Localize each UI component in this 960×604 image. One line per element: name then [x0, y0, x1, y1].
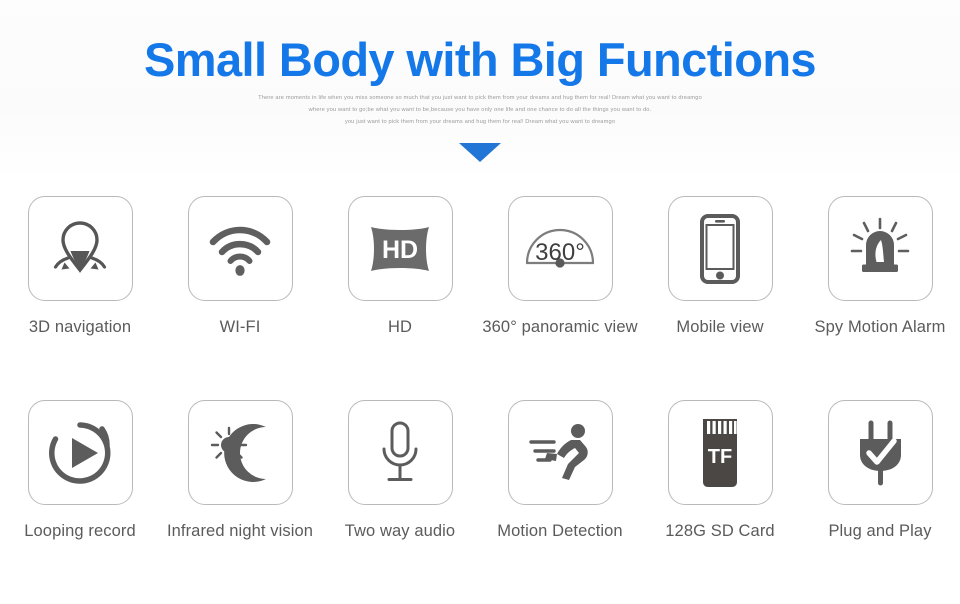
feature-label: Spy Motion Alarm: [814, 318, 946, 336]
feature-item-looping-record[interactable]: Looping record: [0, 400, 160, 604]
feature-icon-tile: [347, 400, 453, 505]
feature-item-mobile-view[interactable]: Mobile view: [640, 196, 800, 400]
feature-label: Two way audio: [344, 522, 456, 540]
panorama-badge-text: 360°: [535, 239, 585, 266]
feature-icon-tile: [667, 196, 773, 301]
tf-memory-card-icon: TF: [703, 418, 737, 487]
smartphone-icon: [700, 213, 740, 284]
feature-icon-tile: [827, 400, 933, 505]
feature-label: Motion Detection: [497, 522, 623, 540]
sd-card-badge-text: TF: [708, 446, 732, 468]
page-title: Small Body with Big Functions: [144, 33, 817, 86]
feature-grid: 3D navigation WI-FI HD HD 360° 360° pano…: [0, 196, 960, 604]
microphone-icon: [382, 421, 418, 481]
feature-icon-tile: [507, 400, 613, 505]
feature-item-spy-motion-alarm[interactable]: Spy Motion Alarm: [800, 196, 960, 400]
hd-badge-icon: HD: [371, 226, 429, 271]
header-banner: Small Body with Big Functions There are …: [0, 0, 960, 180]
feature-item-wifi[interactable]: WI-FI: [160, 196, 320, 400]
power-plug-check-icon: [860, 420, 901, 485]
description-line: where you want to go;be what you want to…: [308, 107, 652, 113]
feature-item-two-way-audio[interactable]: Two way audio: [320, 400, 480, 604]
feature-item-3d-navigation[interactable]: 3D navigation: [0, 196, 160, 400]
loop-play-icon: [49, 421, 111, 484]
feature-icon-tile: HD: [347, 196, 453, 301]
chevron-down-triangle-icon: [459, 143, 501, 162]
feature-icon-tile: [27, 196, 133, 301]
siren-alarm-icon: [850, 217, 910, 272]
wifi-icon: [209, 226, 271, 276]
feature-item-360-panoramic[interactable]: 360° 360° panoramic view: [480, 196, 640, 400]
feature-item-hd[interactable]: HD HD: [320, 196, 480, 400]
feature-label: Plug and Play: [828, 522, 932, 540]
feature-icon-tile: [187, 400, 293, 505]
feature-label: HD: [387, 318, 413, 336]
feature-icon-tile: 360°: [507, 196, 613, 301]
feature-item-sd-card[interactable]: TF 128G SD Card: [640, 400, 800, 604]
description-line: There are moments in life when you miss …: [258, 95, 702, 101]
feature-label: Looping record: [24, 522, 136, 540]
feature-icon-tile: [827, 196, 933, 301]
feature-label: Mobile view: [676, 318, 764, 336]
feature-label: 128G SD Card: [665, 522, 775, 540]
feature-label: 3D navigation: [28, 318, 132, 336]
running-person-icon: [529, 423, 588, 480]
feature-item-infrared-night-vision[interactable]: Infrared night vision: [160, 400, 320, 604]
header-description: There are moments in life when you miss …: [0, 92, 960, 128]
description-line: you just want to pick them from your dre…: [344, 119, 616, 125]
feature-label: 360° panoramic view: [482, 318, 638, 336]
feature-icon-tile: [187, 196, 293, 301]
feature-icon-tile: TF: [667, 400, 773, 505]
location-pin-rotate-icon: [53, 220, 107, 273]
feature-item-plug-and-play[interactable]: Plug and Play: [800, 400, 960, 604]
sun-moon-night-icon: [210, 423, 266, 482]
feature-item-motion-detection[interactable]: Motion Detection: [480, 400, 640, 604]
feature-label: Infrared night vision: [166, 522, 314, 540]
product-feature-infographic: Small Body with Big Functions There are …: [0, 0, 960, 604]
panorama-360-icon: 360°: [525, 228, 595, 268]
feature-label: WI-FI: [219, 318, 261, 336]
hd-badge-text: HD: [382, 236, 418, 264]
feature-icon-tile: [27, 400, 133, 505]
